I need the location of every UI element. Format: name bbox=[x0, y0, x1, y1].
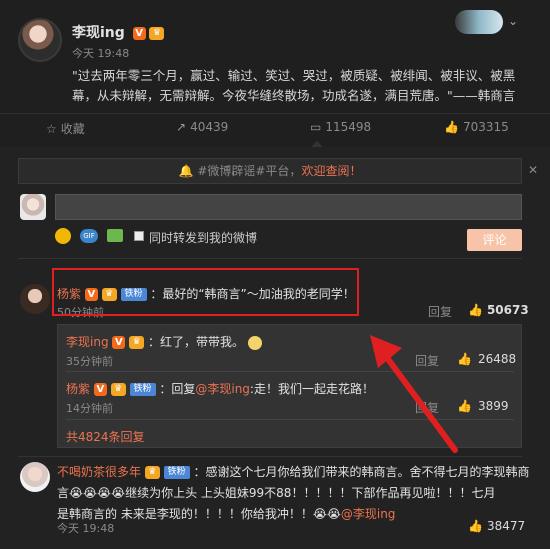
notice-bar: 🔔 #微博辟谣#平台，欢迎查阅！ bbox=[18, 158, 522, 184]
notice-close-icon[interactable]: ✕ bbox=[528, 163, 538, 177]
comment-text-line-1: ：感谢这个七月你给我们带来的韩商言。舍不得七月的李现韩商 bbox=[193, 465, 530, 479]
more-replies-link[interactable]: 共4824条回复 bbox=[66, 428, 145, 445]
notice-link[interactable]: 欢迎查阅！ bbox=[301, 164, 361, 178]
star-icon: ☆ bbox=[46, 121, 57, 136]
comment-avatar[interactable] bbox=[20, 284, 50, 314]
divider bbox=[18, 258, 522, 259]
repost-icon: ↗ bbox=[176, 120, 187, 134]
emoji-icon[interactable] bbox=[55, 228, 71, 244]
collect-button[interactable]: ☆ 收藏 bbox=[46, 120, 85, 137]
submit-comment-button[interactable]: 评论 bbox=[467, 229, 522, 251]
post-text-line-1: "过去两年零三个月，赢过、输过、笑过、哭过，被质疑、被绯闻、被非议、被黑 bbox=[72, 68, 516, 83]
notice-text: #微博辟谣#平台， bbox=[197, 164, 302, 178]
fan-badge: 铁粉 bbox=[129, 383, 156, 396]
comment-time: 今天 19:48 bbox=[57, 522, 115, 535]
reply-text: :走！我们一起走花路！ bbox=[249, 382, 374, 396]
reply-prefix: ：回复 bbox=[159, 382, 196, 396]
comment-button[interactable]: ▭ 115498 bbox=[310, 120, 371, 134]
comment-tab-arrow bbox=[311, 141, 323, 147]
highlight-box bbox=[52, 268, 359, 316]
crown-icon: ♛ bbox=[144, 466, 160, 479]
notice-icon: 🔔 bbox=[178, 164, 194, 178]
fan-badge: 铁粉 bbox=[163, 466, 190, 479]
verified-icon: V bbox=[112, 336, 126, 349]
comment-like-button[interactable]: 👍 50673 bbox=[468, 303, 529, 317]
reply-time: 14分钟前 bbox=[66, 402, 113, 415]
annotation-arrow bbox=[370, 335, 458, 453]
divider bbox=[18, 456, 522, 457]
author-name[interactable]: 李现ing bbox=[72, 25, 125, 41]
comment-text-line-3: 是韩商言的 未来是李现的！！！！你给我冲！！😭😭 bbox=[57, 507, 341, 521]
reply-text: ：红了，带带我。 bbox=[148, 335, 245, 349]
chevron-down-icon[interactable]: ⌄ bbox=[508, 14, 522, 28]
reply-user[interactable]: 杨紫 bbox=[66, 382, 90, 396]
thumb-up-icon: 👍 bbox=[468, 519, 483, 533]
header-avatar[interactable] bbox=[455, 10, 503, 34]
comment-input[interactable] bbox=[55, 194, 522, 220]
comment-text-block: 不喝奶茶很多年 ♛ 铁粉 ：感谢这个七月你给我们带来的韩商言。舍不得七月的李现韩… bbox=[57, 462, 530, 525]
post-text-line-2: 幕，从未辩解，无需辩解。今夜华缝终散场，功成名遂，满目荒唐。"——韩商言 bbox=[72, 88, 516, 103]
share-checkbox[interactable] bbox=[134, 231, 144, 241]
author-avatar[interactable] bbox=[18, 18, 62, 62]
image-icon[interactable] bbox=[107, 229, 123, 242]
reply-line: 李现ing V ♛ ：红了，带带我。 bbox=[66, 333, 262, 350]
reply-line: 杨紫 V ♛ 铁粉 ：回复@李现ing:走！我们一起走花路！ bbox=[66, 380, 374, 397]
reply-user[interactable]: 李现ing bbox=[66, 335, 109, 349]
gif-icon[interactable]: GIF bbox=[80, 229, 98, 243]
mention-link[interactable]: @李现ing bbox=[195, 382, 250, 396]
repost-button[interactable]: ↗ 40439 bbox=[176, 120, 228, 134]
comment-avatar[interactable] bbox=[20, 462, 50, 492]
comment-text-line-2: 言😭😭😭😭继续为你上头 上头姐妹99不88！！！！！下部作品再见啦！！！七月 bbox=[57, 486, 496, 500]
thumb-up-icon: 👍 bbox=[468, 303, 483, 317]
reply-button[interactable]: 回复 bbox=[428, 303, 452, 320]
comment-user[interactable]: 不喝奶茶很多年 bbox=[57, 465, 141, 479]
like-button[interactable]: 👍 703315 bbox=[444, 120, 509, 134]
post-time[interactable]: 今天 19:48 bbox=[72, 45, 129, 61]
comment-icon: ▭ bbox=[310, 120, 322, 134]
mention-link[interactable]: @李现ing bbox=[341, 507, 396, 521]
thumb-up-icon: 👍 bbox=[444, 120, 459, 134]
verified-icon: V bbox=[132, 27, 146, 40]
crown-icon: ♛ bbox=[129, 336, 145, 349]
author-line: 李现ing V ♛ bbox=[72, 22, 165, 42]
crown-icon: ♛ bbox=[149, 27, 165, 40]
reply-time: 35分钟前 bbox=[66, 355, 113, 368]
comment-like-button[interactable]: 👍 38477 bbox=[468, 519, 525, 533]
verified-icon: V bbox=[93, 383, 107, 396]
post-text: "过去两年零三个月，赢过、输过、笑过、哭过，被质疑、被绯闻、被非议、被黑 幕，从… bbox=[72, 66, 542, 106]
crown-icon: ♛ bbox=[110, 383, 126, 396]
moon-emoji-icon bbox=[247, 335, 262, 350]
my-avatar[interactable] bbox=[20, 194, 46, 220]
share-label: 同时转发到我的微博 bbox=[149, 231, 258, 245]
action-bar: ☆ 收藏 ↗ 40439 ▭ 115498 👍 703315 bbox=[0, 113, 550, 141]
